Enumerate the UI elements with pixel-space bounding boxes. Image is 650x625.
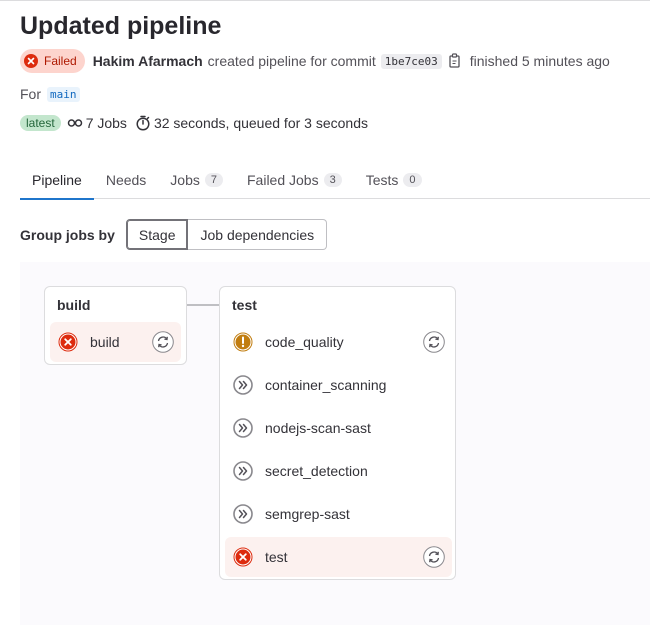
pipeline-meta: Failed Hakim Afarmach created pipeline f…	[20, 49, 610, 73]
stage-connector	[187, 304, 219, 306]
job-build[interactable]: build	[50, 322, 181, 362]
branch-link[interactable]: main	[47, 86, 80, 102]
warning-icon	[233, 332, 253, 352]
tab-count: 7	[204, 172, 223, 187]
group-by-dependencies-button[interactable]: Job dependencies	[188, 219, 328, 250]
skipped-icon	[233, 375, 253, 395]
retry-icon[interactable]	[152, 331, 174, 353]
failed-icon	[24, 54, 38, 68]
group-by-stage-button[interactable]: Stage	[125, 219, 189, 250]
status-label: Failed	[44, 54, 77, 68]
group-toggle: Stage Job dependencies	[125, 219, 328, 250]
tab-label: Jobs	[170, 171, 200, 188]
job-test[interactable]: test	[225, 537, 452, 577]
tab-needs[interactable]: Needs	[94, 160, 158, 199]
job-nodejs-scan-sast[interactable]: nodejs-scan-sast	[225, 408, 452, 448]
job-name: code_quality	[265, 334, 344, 350]
job-secret-detection[interactable]: secret_detection	[225, 451, 452, 491]
stage-test: test code_quality container_scanning nod…	[219, 286, 456, 580]
tab-label: Failed Jobs	[247, 171, 319, 188]
header-divider	[0, 0, 650, 1]
skipped-icon	[233, 461, 253, 481]
tab-label: Needs	[105, 171, 147, 188]
job-code-quality[interactable]: code_quality	[225, 322, 452, 362]
failed-icon	[58, 332, 78, 352]
tab-tests[interactable]: Tests 0	[354, 160, 434, 199]
latest-badge: latest	[20, 115, 61, 131]
tab-jobs[interactable]: Jobs 7	[158, 160, 235, 199]
job-container-scanning[interactable]: container_scanning	[225, 365, 452, 405]
job-name: secret_detection	[265, 463, 368, 479]
jobs-count: 7 Jobs	[85, 115, 127, 131]
page-title: Updated pipeline	[20, 12, 222, 40]
status-badge[interactable]: Failed	[20, 49, 85, 73]
job-semgrep-sast[interactable]: semgrep-sast	[225, 494, 452, 534]
group-jobs-control: Group jobs by Stage Job dependencies	[20, 219, 328, 250]
tab-label: Pipeline	[32, 171, 82, 188]
retry-icon[interactable]	[423, 546, 445, 568]
job-name: test	[265, 549, 288, 565]
retry-icon[interactable]	[423, 331, 445, 353]
stage-build: build build	[44, 286, 187, 365]
commit-sha[interactable]: 1be7ce03	[380, 53, 442, 69]
stage-title: build	[57, 297, 91, 313]
copy-icon[interactable]	[448, 53, 462, 69]
job-name: semgrep-sast	[265, 506, 350, 522]
for-label: For	[20, 86, 41, 102]
pipeline-icon	[67, 119, 82, 127]
job-name: container_scanning	[265, 377, 387, 393]
duration-text: 32 seconds, queued for 3 seconds	[153, 115, 368, 131]
tab-failed-jobs[interactable]: Failed Jobs 3	[235, 160, 354, 199]
finished-text: finished 5 minutes ago	[469, 53, 610, 69]
pipeline-tabs: Pipeline Needs Jobs 7 Failed Jobs 3 Test…	[20, 160, 650, 200]
failed-icon	[233, 547, 253, 567]
tab-label: Tests	[365, 171, 399, 188]
timer-icon	[136, 115, 150, 131]
tab-count: 0	[403, 172, 422, 187]
action-text: created pipeline for commit	[207, 53, 376, 69]
tab-count: 3	[323, 172, 342, 187]
job-name: nodejs-scan-sast	[265, 420, 371, 436]
skipped-icon	[233, 504, 253, 524]
job-name: build	[90, 334, 120, 350]
ref-row: For main	[20, 84, 80, 104]
pipeline-info: latest 7 Jobs 32 seconds, queued for 3 s…	[20, 112, 368, 134]
skipped-icon	[233, 418, 253, 438]
group-jobs-label: Group jobs by	[20, 226, 115, 243]
stage-title: test	[232, 297, 257, 313]
author-link[interactable]: Hakim Afarmach	[93, 53, 203, 69]
tab-pipeline[interactable]: Pipeline	[20, 160, 94, 200]
